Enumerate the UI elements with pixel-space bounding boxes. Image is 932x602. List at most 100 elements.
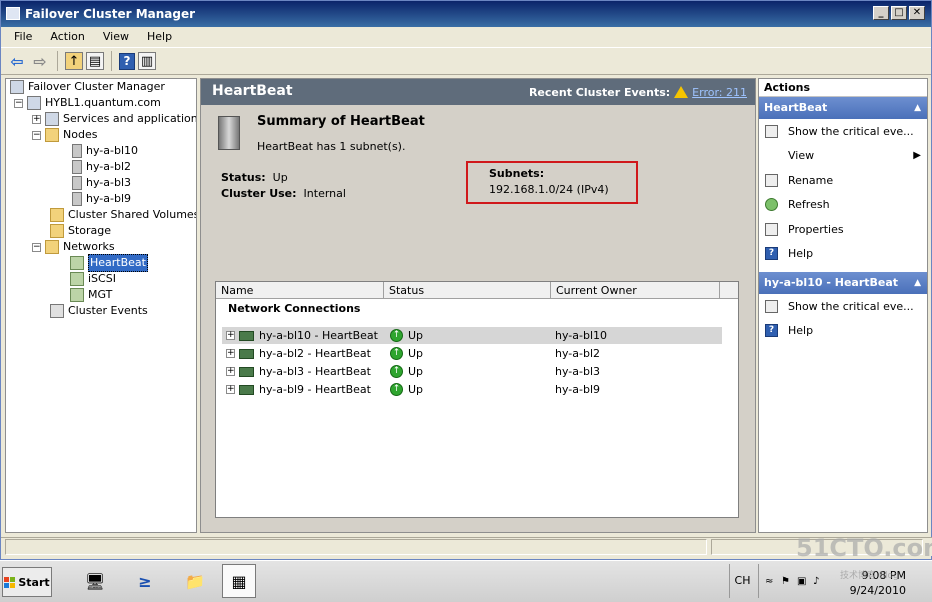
tree-item-nodes[interactable]: − Nodes — [32, 127, 97, 143]
error-link[interactable]: Error: 211 — [692, 86, 747, 99]
network-summary-icon — [218, 116, 240, 150]
details-header: HeartBeat Recent Cluster Events: Error: 2… — [201, 79, 755, 105]
table-row[interactable]: + hy-a-bl9 - HeartBeat ↑ Up hy-a-bl9 — [222, 381, 722, 398]
expand-icon[interactable]: + — [226, 367, 235, 376]
expand-icon[interactable]: + — [226, 385, 235, 394]
expand-icon[interactable]: + — [32, 114, 41, 124]
watermark-sub: 技术博客 Blog — [840, 571, 899, 581]
server-icon — [72, 176, 82, 190]
explorer-folder-icon[interactable]: 📁 — [178, 564, 212, 598]
summary-subtitle: HeartBeat has 1 subnet(s). — [257, 140, 406, 153]
action-view[interactable]: View ▶ — [759, 144, 927, 169]
status-bar — [1, 537, 932, 556]
status-up-icon: ↑ — [390, 365, 403, 378]
network-tray-icon[interactable]: ▣ — [797, 576, 806, 587]
up-folder-icon[interactable]: ↑ — [65, 52, 83, 70]
network-icon — [70, 288, 84, 302]
tree-item-csv[interactable]: Cluster Shared Volumes — [50, 207, 196, 223]
events-icon — [765, 124, 778, 138]
menu-action[interactable]: Action — [41, 27, 93, 47]
events-icon — [765, 299, 778, 313]
menu-help[interactable]: Help — [138, 27, 181, 47]
help-icon: ? — [765, 324, 778, 338]
start-button[interactable]: Start — [2, 567, 52, 597]
server-manager-icon[interactable]: 🖥 — [78, 564, 112, 598]
help-icon: ? — [765, 247, 778, 261]
details-title: HeartBeat — [212, 83, 293, 99]
menu-view[interactable]: View — [94, 27, 138, 47]
tree-item-network-iscsi[interactable]: iSCSI — [70, 271, 116, 287]
expand-icon[interactable]: + — [226, 349, 235, 358]
flag-icon[interactable]: ⚑ — [781, 576, 790, 587]
back-arrow-icon[interactable]: ⇦ — [7, 51, 27, 71]
volume-icon[interactable]: ♪ — [813, 576, 819, 587]
clock-date[interactable]: 9/24/2010 — [850, 584, 906, 597]
list-header: Name Status Current Owner — [216, 282, 738, 299]
tree-item-events[interactable]: Cluster Events — [50, 303, 148, 319]
powershell-icon[interactable]: ≥ — [128, 564, 162, 598]
collapse-icon[interactable]: − — [14, 98, 23, 108]
properties-icon — [765, 222, 778, 236]
csv-folder-icon — [50, 208, 64, 222]
tree-item-networks[interactable]: − Networks — [32, 239, 115, 255]
action-rename[interactable]: Rename — [759, 168, 927, 193]
tree-item-node[interactable]: hy-a-bl9 — [72, 191, 131, 207]
show-hide-action-pane-icon[interactable]: ▥ — [138, 52, 156, 70]
show-hidden-icons-icon[interactable]: ≈ — [765, 576, 773, 587]
forward-arrow-icon[interactable]: ⇨ — [30, 51, 50, 71]
table-row[interactable]: + hy-a-bl3 - HeartBeat ↑ Up hy-a-bl3 — [222, 363, 722, 380]
tree-item-node[interactable]: hy-a-bl2 — [72, 159, 131, 175]
action-refresh[interactable]: Refresh — [759, 193, 927, 218]
action-properties[interactable]: Properties — [759, 217, 927, 242]
server-icon — [72, 160, 82, 174]
collapse-icon[interactable]: − — [32, 130, 41, 140]
app-icon — [6, 7, 20, 20]
menu-bar: File Action View Help — [1, 27, 931, 47]
cluster-use-value: Internal — [303, 187, 346, 200]
app-window: Failover Cluster Manager _ □ ✕ File Acti… — [0, 0, 932, 560]
cluster-use-row: Cluster Use: Internal — [221, 187, 346, 200]
network-adapter-icon — [239, 384, 254, 395]
status-row: Status: Up — [221, 171, 288, 184]
subnets-value: 192.168.1.0/24 (IPv4) — [489, 183, 609, 196]
collapse-up-icon[interactable]: ▲ — [914, 97, 921, 119]
tree-item-network-heartbeat[interactable]: HeartBeat — [70, 254, 148, 272]
action-show-critical-events[interactable]: Show the critical eve... — [759, 119, 927, 144]
collapse-up-icon[interactable]: ▲ — [914, 272, 921, 294]
maximize-button[interactable]: □ — [891, 6, 907, 20]
actions-section-connection[interactable]: hy-a-bl10 - HeartBeat ▲ — [759, 272, 927, 294]
tree-item-services[interactable]: + Services and applications — [32, 111, 196, 127]
action-show-critical-events-connection[interactable]: Show the critical eve... — [759, 294, 927, 319]
tree-item-storage[interactable]: Storage — [50, 223, 111, 239]
language-indicator[interactable]: CH — [729, 564, 755, 598]
recent-events: Recent Cluster Events: Error: 211 — [528, 86, 747, 99]
minimize-button[interactable]: _ — [873, 6, 889, 20]
tree-item-cluster[interactable]: − HYBL1.quantum.com — [14, 95, 161, 111]
collapse-icon[interactable]: − — [32, 242, 41, 252]
expand-icon[interactable]: + — [226, 331, 235, 340]
actions-section-heartbeat[interactable]: HeartBeat ▲ — [759, 97, 927, 119]
tree-item-network-mgt[interactable]: MGT — [70, 287, 112, 303]
column-current-owner[interactable]: Current Owner — [551, 282, 720, 299]
column-status[interactable]: Status — [384, 282, 551, 299]
failover-cluster-manager-taskbar-icon[interactable]: ▦ — [222, 564, 256, 598]
table-row[interactable]: + hy-a-bl2 - HeartBeat ↑ Up hy-a-bl2 — [222, 345, 722, 362]
table-row[interactable]: + hy-a-bl10 - HeartBeat ↑ Up hy-a-bl10 — [222, 327, 722, 344]
menu-file[interactable]: File — [5, 27, 41, 47]
show-hide-tree-icon[interactable]: ▤ — [86, 52, 104, 70]
nodes-folder-icon — [45, 128, 59, 142]
refresh-icon — [765, 198, 778, 212]
server-icon — [72, 192, 82, 206]
status-value: Up — [272, 171, 288, 184]
tree-item-root[interactable]: Failover Cluster Manager — [10, 79, 165, 95]
server-icon — [72, 144, 82, 158]
close-button[interactable]: ✕ — [909, 6, 925, 20]
column-name[interactable]: Name — [216, 282, 384, 299]
subnets-label: Subnets: — [489, 167, 545, 180]
network-icon — [70, 272, 84, 286]
tree-item-node[interactable]: hy-a-bl10 — [72, 143, 138, 159]
help-icon[interactable]: ? — [119, 52, 135, 70]
action-help-connection[interactable]: ? Help — [759, 319, 927, 344]
action-help[interactable]: ? Help — [759, 242, 927, 267]
tree-item-node[interactable]: hy-a-bl3 — [72, 175, 131, 191]
